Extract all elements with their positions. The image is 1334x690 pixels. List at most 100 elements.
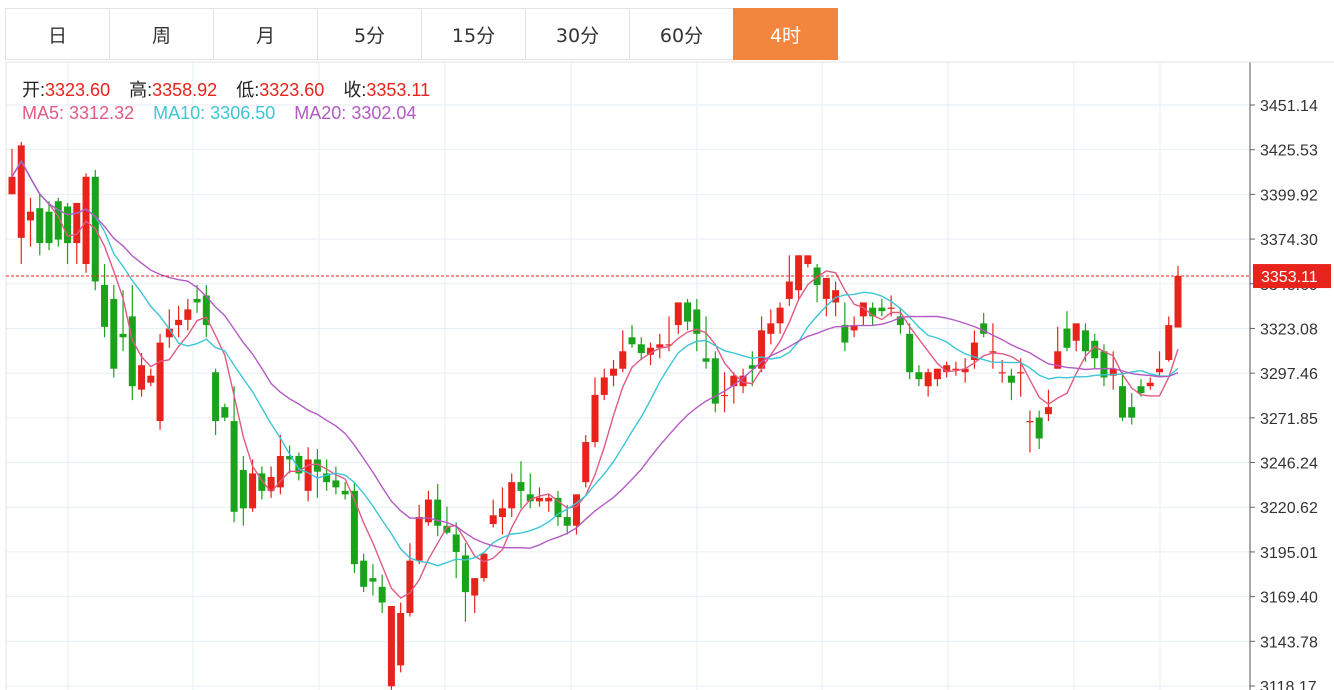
candle-body-88 <box>822 277 830 299</box>
candle-body-67 <box>628 337 636 345</box>
low-value: 3323.60 <box>259 80 325 100</box>
ma10-value: 3306.50 <box>210 103 276 123</box>
ma5-label: MA5: <box>22 103 65 123</box>
candle-body-125 <box>1165 325 1173 360</box>
candle-body-109 <box>1017 372 1025 374</box>
candle-body-16 <box>156 342 164 422</box>
y-tick-label-2: 3399.92 <box>1260 187 1318 204</box>
candle-body-10 <box>101 284 109 327</box>
candle-body-60 <box>563 517 571 526</box>
candle-body-62 <box>582 442 590 483</box>
y-tick-label-12: 3143.78 <box>1260 634 1318 651</box>
ma10-label: MA10: <box>153 103 206 123</box>
candle-body-72 <box>674 302 682 326</box>
candle-body-124 <box>1155 368 1163 373</box>
candle-body-77 <box>721 394 729 397</box>
candle-body-3 <box>36 208 44 244</box>
candle-body-90 <box>841 325 849 343</box>
candle-body-25 <box>239 469 247 509</box>
candle-body-65 <box>610 368 618 376</box>
y-tick-label-13: 3118.17 <box>1260 679 1317 690</box>
high-label: 高: <box>129 80 153 100</box>
candle-body-53 <box>498 508 506 518</box>
candle-body-36 <box>341 490 349 495</box>
candle-body-85 <box>795 255 803 291</box>
candle-body-43 <box>406 560 414 614</box>
candle-body-42 <box>397 613 405 666</box>
candle-body-12 <box>119 333 127 338</box>
candle-body-95 <box>887 307 895 309</box>
candle-body-49 <box>461 555 469 593</box>
candle-body-68 <box>637 344 645 354</box>
candle-body-4 <box>45 211 53 244</box>
candle-body-81 <box>758 330 766 369</box>
ma-info-line: MA5: 3312.32 MA10: 3306.50 MA20: 3302.04 <box>22 103 416 124</box>
candle-body-66 <box>619 351 627 369</box>
candle-body-14 <box>138 365 146 390</box>
ohlc-info-line: 开:3323.60 高:3358.92 低:3323.60 收:3353.11 <box>22 76 430 102</box>
candle-body-111 <box>1035 417 1043 439</box>
candle-body-107 <box>998 372 1006 374</box>
y-tick-label-9: 3220.62 <box>1260 500 1318 517</box>
candle-body-52 <box>489 515 497 525</box>
candle-body-2 <box>27 211 35 221</box>
candle-body-1 <box>17 145 25 238</box>
candle-body-41 <box>387 606 395 687</box>
candle-body-50 <box>471 578 479 596</box>
candle-body-83 <box>776 307 784 324</box>
candle-body-122 <box>1137 386 1145 394</box>
candle-body-82 <box>767 323 775 334</box>
low-label: 低: <box>236 80 260 100</box>
y-tick-label-0: 3451.14 <box>1260 98 1318 115</box>
candle-body-108 <box>1007 375 1015 383</box>
candle-body-23 <box>221 407 229 418</box>
candle-body-118 <box>1100 351 1108 378</box>
candle-body-7 <box>73 202 81 244</box>
candle-body-19 <box>184 309 192 320</box>
close-value: 3353.11 <box>366 80 431 100</box>
candle-body-115 <box>1072 323 1080 341</box>
candle-body-29 <box>276 455 284 488</box>
candle-body-44 <box>415 517 423 561</box>
candle-body-63 <box>591 394 599 443</box>
candle-body-99 <box>924 372 932 387</box>
candle-body-75 <box>702 358 710 362</box>
candle-body-57 <box>535 497 543 502</box>
candle-body-58 <box>545 497 553 502</box>
candle-body-97 <box>906 333 914 373</box>
candle-body-15 <box>147 375 155 383</box>
y-tick-label-10: 3195.01 <box>1260 545 1318 562</box>
high-value: 3358.92 <box>152 80 218 100</box>
y-tick-label-8: 3246.24 <box>1260 456 1318 473</box>
candle-body-110 <box>1026 421 1034 423</box>
candle-body-55 <box>517 482 525 491</box>
candle-body-73 <box>684 302 692 322</box>
candle-body-64 <box>600 377 608 395</box>
last-price-label: 3353.11 <box>1261 269 1318 286</box>
candle-body-18 <box>175 319 183 326</box>
candle-body-123 <box>1146 382 1154 387</box>
candle-body-86 <box>804 255 812 265</box>
candle-body-126 <box>1174 276 1182 328</box>
candle-body-116 <box>1081 330 1089 352</box>
y-tick-label-5: 3323.08 <box>1260 321 1318 338</box>
candle-body-61 <box>572 494 580 526</box>
ma20-value: 3302.04 <box>351 103 417 123</box>
candle-body-112 <box>1044 407 1052 415</box>
candle-body-46 <box>434 499 442 526</box>
candle-body-39 <box>369 578 377 582</box>
ma10-line <box>11 159 1179 567</box>
y-tick-label-7: 3271.85 <box>1260 411 1318 428</box>
candle-body-114 <box>1063 328 1071 348</box>
candle-body-35 <box>332 480 340 488</box>
open-value: 3323.60 <box>45 80 111 100</box>
candle-body-120 <box>1118 386 1126 418</box>
candle-body-24 <box>230 421 238 512</box>
y-tick-label-3: 3374.30 <box>1260 232 1318 249</box>
candle-body-0 <box>8 176 16 195</box>
candle-body-100 <box>933 368 941 380</box>
candle-body-22 <box>212 372 220 422</box>
ma5-value: 3312.32 <box>69 103 135 123</box>
candle-body-121 <box>1128 407 1136 418</box>
candle-body-26 <box>249 473 257 509</box>
